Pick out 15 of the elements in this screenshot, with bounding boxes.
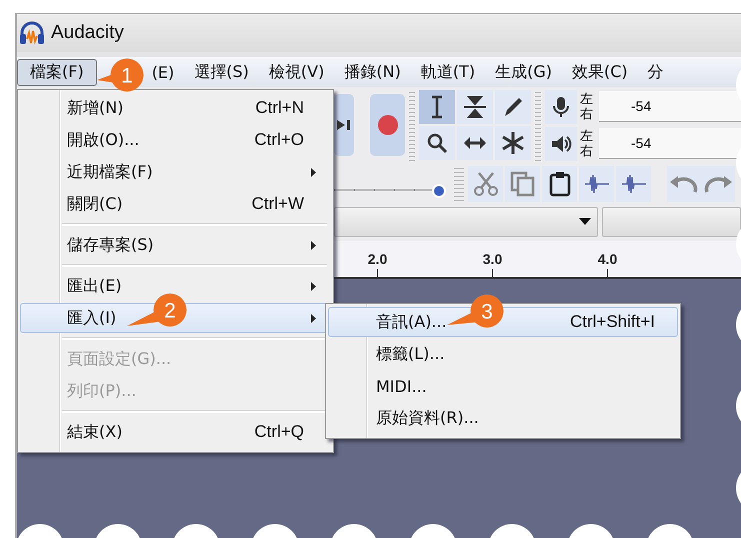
ruler-label: 3.0 <box>482 251 502 267</box>
ruler-label: 4.0 <box>598 251 618 267</box>
window-title: Audacity <box>51 22 124 44</box>
channel-label: 左 <box>580 128 594 144</box>
shortcut-label: Ctrl+O <box>254 130 304 150</box>
channel-label: 右 <box>580 144 594 158</box>
meter-reading: -54 <box>631 98 652 114</box>
meter-reading: -54 <box>631 135 652 151</box>
shortcut-label: Ctrl+W <box>252 194 304 214</box>
channel-label: 右 <box>580 106 594 122</box>
channel-label: 左 <box>580 92 594 106</box>
shortcut-label: Ctrl+Shift+I <box>570 312 655 332</box>
ruler-label: 2.0 <box>368 251 388 267</box>
shortcut-label: Ctrl+N <box>255 98 304 118</box>
shortcut-label: Ctrl+Q <box>254 422 304 442</box>
